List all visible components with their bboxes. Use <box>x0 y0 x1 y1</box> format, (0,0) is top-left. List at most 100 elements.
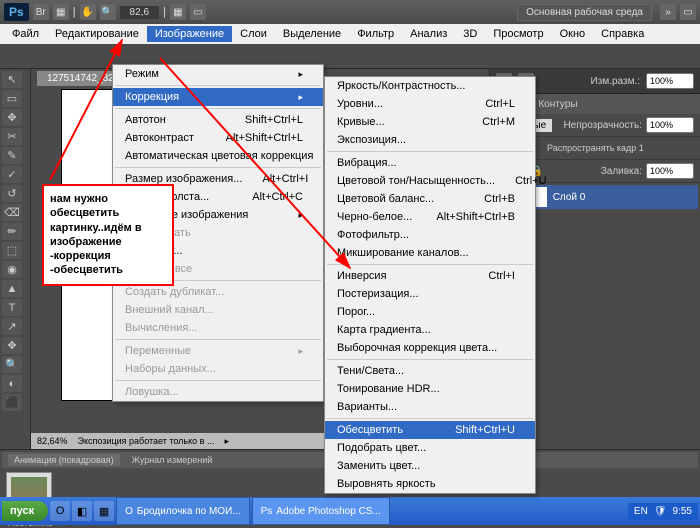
menu-item[interactable]: Уровни...Ctrl+L <box>325 95 535 113</box>
menu-item: Вычисления... <box>113 319 323 337</box>
tool-9[interactable]: ⬚ <box>2 242 22 259</box>
tool-15[interactable]: 🔍 <box>2 356 22 373</box>
menu-item[interactable]: АвтоконтрастAlt+Shift+Ctrl+L <box>113 129 323 147</box>
menu-item[interactable]: Коррекция <box>113 88 323 106</box>
clock: 9:55 <box>673 506 692 517</box>
opacity-label: Непрозрачность: <box>563 120 642 131</box>
menu-analysis[interactable]: Анализ <box>402 26 455 42</box>
mb-icon[interactable]: ▦ <box>53 4 69 20</box>
menu-layers[interactable]: Слои <box>232 26 275 42</box>
task-photoshop[interactable]: PsAdobe Photoshop CS... <box>252 497 390 525</box>
options-bar <box>0 44 700 69</box>
menu-item[interactable]: Тонирование HDR... <box>325 380 535 398</box>
menu-view[interactable]: Просмотр <box>485 26 551 42</box>
menu-item[interactable]: Режим <box>113 65 323 83</box>
opera-icon: O <box>125 506 133 517</box>
menu-item: Ловушка... <box>113 383 323 401</box>
menu-select[interactable]: Выделение <box>275 26 349 42</box>
menu-item[interactable]: Яркость/Контрастность... <box>325 77 535 95</box>
tool-16[interactable]: ◐ <box>2 375 22 392</box>
menu-item[interactable]: Экспозиция... <box>325 131 535 149</box>
status-zoom[interactable]: 82,64% <box>37 436 68 446</box>
correction-submenu-dropdown: Яркость/Контрастность...Уровни...Ctrl+LК… <box>324 76 536 494</box>
status-text: Экспозиция работает только в ... <box>78 436 215 446</box>
menu-item[interactable]: Порог... <box>325 303 535 321</box>
task-opera[interactable]: OБродилочка по МОИ... <box>116 497 250 525</box>
opacity-input[interactable] <box>646 117 694 133</box>
arrange-icon[interactable]: ▦ <box>170 4 186 20</box>
tool-17[interactable]: ⬛ <box>2 394 22 411</box>
frame-thumb <box>11 477 47 499</box>
menu-item[interactable]: Заменить цвет... <box>325 457 535 475</box>
menu-filter[interactable]: Фильтр <box>349 26 402 42</box>
menu-item[interactable]: Постеризация... <box>325 285 535 303</box>
bridge-icon[interactable]: Br <box>33 4 49 20</box>
tool-6[interactable]: ↺ <box>2 185 22 202</box>
menu-file[interactable]: Файл <box>4 26 47 42</box>
menu-item[interactable]: Тени/Света... <box>325 362 535 380</box>
system-tray: EN 🛡 9:55 <box>628 503 698 520</box>
menu-item[interactable]: Выровнять яркость <box>325 475 535 493</box>
tool-5[interactable]: ✓ <box>2 166 22 183</box>
resize-label: Изм.разм.: <box>591 76 640 87</box>
menu-item[interactable]: Варианты... <box>325 398 535 416</box>
start-button[interactable]: пуск <box>2 501 48 521</box>
menu-item[interactable]: Карта градиента... <box>325 321 535 339</box>
spread-label: Распространять кадр 1 <box>547 143 644 153</box>
lang-indicator[interactable]: EN <box>634 506 648 517</box>
tab-animation[interactable]: Анимация (покадровая) <box>8 454 120 466</box>
menu-3d[interactable]: 3D <box>455 26 485 42</box>
menu-window[interactable]: Окно <box>552 26 594 42</box>
menu-help[interactable]: Справка <box>593 26 652 42</box>
ps-task-icon: Ps <box>261 506 273 517</box>
menu-item[interactable]: Автоматическая цветовая коррекцияShift+C… <box>113 147 323 165</box>
workspace-button[interactable]: Основная рабочая среда <box>517 4 652 21</box>
menu-item[interactable]: Вибрация... <box>325 154 535 172</box>
menu-item[interactable]: Черно-белое...Alt+Shift+Ctrl+B <box>325 208 535 226</box>
menu-edit[interactable]: Редактирование <box>47 26 147 42</box>
ql-opera-icon[interactable]: O <box>50 501 70 521</box>
status-arrow-icon[interactable]: ▸ <box>224 436 229 447</box>
ql-app-icon[interactable]: ◧ <box>72 501 92 521</box>
tray-icon[interactable]: 🛡 <box>654 506 667 517</box>
zoom-icon[interactable]: 🔍 <box>100 4 116 20</box>
tool-11[interactable]: ▲ <box>2 280 22 297</box>
menu-item[interactable]: Выборочная коррекция цвета... <box>325 339 535 357</box>
tab-measurements[interactable]: Журнал измерений <box>132 455 213 465</box>
menu-item[interactable]: ОбесцветитьShift+Ctrl+U <box>325 421 535 439</box>
menu-item[interactable]: АвтотонShift+Ctrl+L <box>113 111 323 129</box>
ql-folder-icon[interactable]: ▦ <box>94 501 114 521</box>
menu-item[interactable]: Цветовой тон/Насыщенность...Ctrl+U <box>325 172 535 190</box>
menu-image[interactable]: Изображение <box>147 26 232 42</box>
tool-7[interactable]: ⌫ <box>2 204 22 221</box>
layer-name[interactable]: Слой 0 <box>553 192 586 203</box>
menu-item[interactable]: Подобрать цвет... <box>325 439 535 457</box>
tool-4[interactable]: ✎ <box>2 147 22 164</box>
menu-item[interactable]: Микширование каналов... <box>325 244 535 262</box>
fill-input[interactable] <box>646 163 694 179</box>
tool-10[interactable]: ◉ <box>2 261 22 278</box>
menu-item[interactable]: Цветовой баланс...Ctrl+B <box>325 190 535 208</box>
menu-item: Переменные <box>113 342 323 360</box>
tool-13[interactable]: ↗ <box>2 318 22 335</box>
tool-3[interactable]: ✂ <box>2 128 22 145</box>
resize-input[interactable] <box>646 73 694 89</box>
taskbar: пуск O ◧ ▦ OБродилочка по МОИ... PsAdobe… <box>0 497 700 525</box>
menu-item[interactable]: Кривые...Ctrl+M <box>325 113 535 131</box>
hand-icon[interactable]: ✋ <box>80 4 96 20</box>
tab-paths[interactable]: Контуры <box>538 99 577 110</box>
tool-2[interactable]: ✥ <box>2 109 22 126</box>
zoom-value[interactable]: 82,6 <box>120 6 159 19</box>
tool-8[interactable]: ✏ <box>2 223 22 240</box>
menu-item[interactable]: ИнверсияCtrl+I <box>325 267 535 285</box>
screen-icon[interactable]: ▭ <box>190 4 206 20</box>
tool-0[interactable]: ↖ <box>2 71 22 88</box>
tool-12[interactable]: T <box>2 299 22 316</box>
menu-item: Наборы данных... <box>113 360 323 378</box>
menu-item[interactable]: Фотофильтр... <box>325 226 535 244</box>
tool-14[interactable]: ✥ <box>2 337 22 354</box>
tool-1[interactable]: ▭ <box>2 90 22 107</box>
collapse-icon[interactable]: » <box>660 4 676 20</box>
search-icon[interactable]: ▭ <box>680 4 696 20</box>
menu-item: Внешний канал... <box>113 301 323 319</box>
